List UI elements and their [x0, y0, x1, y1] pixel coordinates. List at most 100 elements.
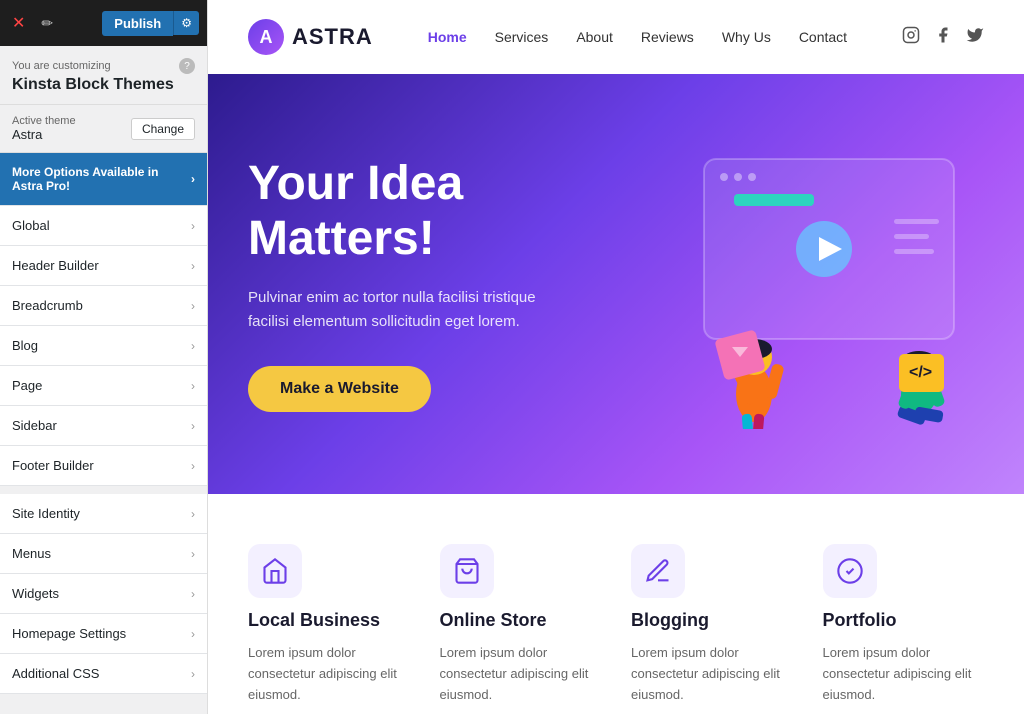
facebook-icon[interactable]: [934, 26, 952, 49]
local-business-icon-wrap: [248, 544, 302, 598]
feature-desc-online-store: Lorem ipsum dolor consectetur adipiscing…: [440, 643, 602, 705]
astra-pro-chevron: ›: [191, 172, 195, 186]
hero-section: Your Idea Matters! Pulvinar enim ac tort…: [208, 74, 1024, 494]
menu-label-page: Page: [12, 378, 42, 393]
feature-title-online-store: Online Store: [440, 610, 602, 631]
active-theme-name: Astra: [12, 127, 76, 142]
astra-pro-item[interactable]: More Options Available in Astra Pro! ›: [0, 153, 207, 206]
menu-item-site-identity[interactable]: Site Identity ›: [0, 494, 207, 534]
menu-item-additional-css[interactable]: Additional CSS ›: [0, 654, 207, 694]
active-theme-info: Active theme Astra: [12, 115, 76, 142]
website-content: A ASTRA Home Services About Reviews Why …: [208, 0, 1024, 714]
feature-item-portfolio: Portfolio Lorem ipsum dolor consectetur …: [823, 544, 985, 705]
menu-item-widgets[interactable]: Widgets ›: [0, 574, 207, 614]
menu-item-header-builder[interactable]: Header Builder ›: [0, 246, 207, 286]
nav-link-reviews[interactable]: Reviews: [641, 29, 694, 45]
menu-divider: [0, 486, 207, 494]
portfolio-icon: [836, 557, 864, 585]
feature-title-portfolio: Portfolio: [823, 610, 985, 631]
publish-button[interactable]: Publish: [102, 11, 173, 36]
customizer-panel: ✕ ✏ Publish ⚙ You are customizing ? Kins…: [0, 0, 208, 714]
feature-item-online-store: Online Store Lorem ipsum dolor consectet…: [440, 544, 602, 705]
menu-item-sidebar[interactable]: Sidebar ›: [0, 406, 207, 446]
change-theme-button[interactable]: Change: [131, 118, 195, 140]
menu-label-header-builder: Header Builder: [12, 258, 99, 273]
twitter-icon[interactable]: [966, 26, 984, 49]
menu-label-site-identity: Site Identity: [12, 506, 80, 521]
chevron-menus: ›: [191, 547, 195, 561]
menu-label-blog: Blog: [12, 338, 38, 353]
menu-label-footer-builder: Footer Builder: [12, 458, 94, 473]
menu-item-menus[interactable]: Menus ›: [0, 534, 207, 574]
menu-item-global[interactable]: Global ›: [0, 206, 207, 246]
online-store-icon-wrap: [440, 544, 494, 598]
menu-label-homepage-settings: Homepage Settings: [12, 626, 126, 641]
chevron-sidebar: ›: [191, 419, 195, 433]
nav-link-about[interactable]: About: [576, 29, 613, 45]
site-title: Kinsta Block Themes: [12, 76, 195, 94]
features-section: Local Business Lorem ipsum dolor consect…: [208, 494, 1024, 714]
toolbar-icons: ✕ ✏: [8, 9, 57, 37]
menu-label-sidebar: Sidebar: [12, 418, 57, 433]
feature-item-blogging: Blogging Lorem ipsum dolor consectetur a…: [631, 544, 793, 705]
publish-area: Publish ⚙: [102, 11, 199, 36]
blogging-icon-wrap: [631, 544, 685, 598]
customizer-info: You are customizing ? Kinsta Block Theme…: [0, 46, 207, 105]
close-button[interactable]: ✕: [8, 9, 29, 37]
chevron-homepage-settings: ›: [191, 627, 195, 641]
hero-cta-button[interactable]: Make a Website: [248, 366, 431, 412]
top-toolbar: ✕ ✏ Publish ⚙: [0, 0, 207, 46]
nav-link-why-us[interactable]: Why Us: [722, 29, 771, 45]
website-preview: A ASTRA Home Services About Reviews Why …: [208, 0, 1024, 714]
nav-social: [902, 26, 984, 49]
menu-label-additional-css: Additional CSS: [12, 666, 99, 681]
chevron-site-identity: ›: [191, 507, 195, 521]
menu-label-global: Global: [12, 218, 50, 233]
chevron-footer-builder: ›: [191, 459, 195, 473]
chevron-breadcrumb: ›: [191, 299, 195, 313]
instagram-icon[interactable]: [902, 26, 920, 49]
menu-item-footer-builder[interactable]: Footer Builder ›: [0, 446, 207, 486]
menu-label-widgets: Widgets: [12, 586, 59, 601]
menu-item-homepage-settings[interactable]: Homepage Settings ›: [0, 614, 207, 654]
logo-letter: A: [260, 27, 273, 48]
menu-item-page[interactable]: Page ›: [0, 366, 207, 406]
customizing-label: You are customizing ?: [12, 58, 195, 74]
logo-text: ASTRA: [292, 24, 373, 50]
feature-desc-local-business: Lorem ipsum dolor consectetur adipiscing…: [248, 643, 410, 705]
logo-circle: A: [248, 19, 284, 55]
feature-item-local-business: Local Business Lorem ipsum dolor consect…: [248, 544, 410, 705]
nav-link-home[interactable]: Home: [428, 29, 467, 45]
blogging-icon: [644, 557, 672, 585]
publish-gear-button[interactable]: ⚙: [173, 11, 199, 35]
nav-link-contact[interactable]: Contact: [799, 29, 847, 45]
menu-item-blog[interactable]: Blog ›: [0, 326, 207, 366]
hero-content: Your Idea Matters! Pulvinar enim ac tort…: [248, 156, 624, 412]
chevron-additional-css: ›: [191, 667, 195, 681]
help-icon[interactable]: ?: [179, 58, 195, 74]
menu-item-breadcrumb[interactable]: Breadcrumb ›: [0, 286, 207, 326]
chevron-page: ›: [191, 379, 195, 393]
feature-title-local-business: Local Business: [248, 610, 410, 631]
menu-list: More Options Available in Astra Pro! › G…: [0, 153, 207, 714]
pencil-button[interactable]: ✏: [37, 11, 57, 36]
chevron-global: ›: [191, 219, 195, 233]
chevron-widgets: ›: [191, 587, 195, 601]
svg-text:</>: </>: [909, 364, 932, 381]
local-business-icon: [261, 557, 289, 585]
active-theme-label: Active theme: [12, 115, 76, 127]
menu-label-menus: Menus: [12, 546, 51, 561]
chevron-header-builder: ›: [191, 259, 195, 273]
nav-link-services[interactable]: Services: [495, 29, 549, 45]
hero-description: Pulvinar enim ac tortor nulla facilisi t…: [248, 286, 568, 334]
customizing-text: You are customizing: [12, 60, 111, 72]
feature-desc-portfolio: Lorem ipsum dolor consectetur adipiscing…: [823, 643, 985, 705]
portfolio-icon-wrap: [823, 544, 877, 598]
feature-title-blogging: Blogging: [631, 610, 793, 631]
active-theme-section: Active theme Astra Change: [0, 105, 207, 153]
nav-links: Home Services About Reviews Why Us Conta…: [428, 29, 847, 45]
astra-pro-label: More Options Available in Astra Pro!: [12, 165, 191, 193]
hero-title: Your Idea Matters!: [248, 156, 624, 266]
chevron-blog: ›: [191, 339, 195, 353]
hero-illustration: </>: [624, 139, 984, 429]
